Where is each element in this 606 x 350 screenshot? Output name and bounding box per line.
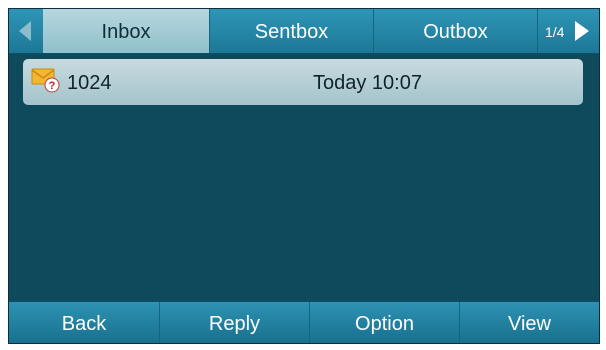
tab-bar: Inbox Sentbox Outbox 1/4 bbox=[9, 9, 599, 54]
option-button[interactable]: Option bbox=[309, 302, 459, 343]
softkey-bar: Back Reply Option View bbox=[9, 301, 599, 343]
message-sender: 1024 bbox=[67, 72, 112, 94]
unread-envelope-icon: ? bbox=[31, 68, 60, 93]
svg-text:?: ? bbox=[49, 80, 56, 92]
message-time: Today 10:07 bbox=[313, 72, 422, 94]
tab-inbox[interactable]: Inbox bbox=[43, 9, 209, 53]
tab-sentbox[interactable]: Sentbox bbox=[209, 9, 373, 53]
reply-button[interactable]: Reply bbox=[159, 302, 309, 343]
triangle-left-icon[interactable] bbox=[19, 21, 31, 41]
back-button[interactable]: Back bbox=[9, 302, 159, 343]
triangle-right-icon[interactable] bbox=[575, 21, 589, 41]
list-item[interactable]: ? 1024 Today 10:07 bbox=[23, 59, 583, 105]
tab-outbox[interactable]: Outbox bbox=[373, 9, 537, 53]
view-button[interactable]: View bbox=[459, 302, 599, 343]
page-indicator: 1/4 bbox=[545, 24, 565, 40]
phone-screen: Inbox Sentbox Outbox 1/4 ? 1024 Today 10… bbox=[8, 8, 600, 344]
